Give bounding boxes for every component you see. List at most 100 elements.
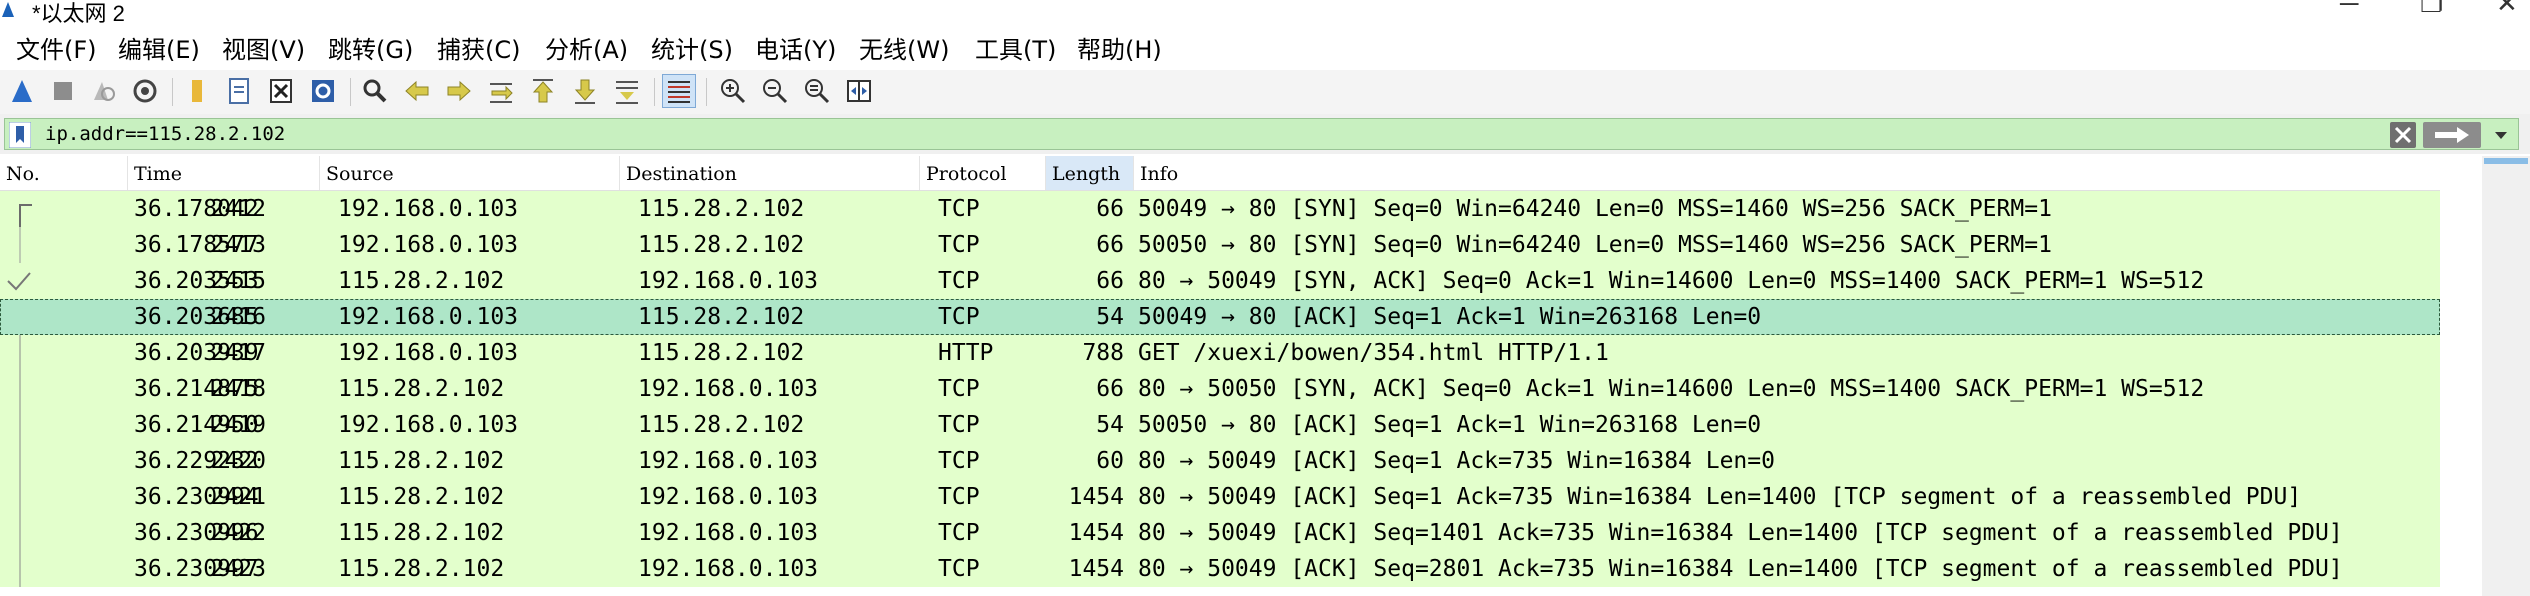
resize-columns-button[interactable]: [842, 74, 876, 108]
packet-row[interactable]: 2419 36.214950 192.168.0.103 115.28.2.10…: [0, 407, 2440, 443]
colorize-icon: [668, 81, 690, 103]
close-file-icon: [270, 79, 292, 103]
menu-view[interactable]: 视图(V): [222, 30, 305, 65]
start-capture-button[interactable]: [6, 74, 40, 108]
column-header-destination[interactable]: Destination: [620, 156, 920, 190]
menu-edit[interactable]: 编辑(E): [118, 30, 200, 65]
packet-time: 36.229232: [134, 448, 259, 474]
go-to-packet-button[interactable]: [484, 74, 518, 108]
packet-time: 36.230997: [134, 556, 259, 582]
close-file-button[interactable]: [264, 74, 298, 108]
packet-destination: 192.168.0.103: [638, 520, 819, 546]
save-file-button[interactable]: [222, 74, 256, 108]
packet-length: 1454: [1068, 484, 1124, 510]
go-back-button[interactable]: [400, 74, 434, 108]
packet-row[interactable]: 2412 36.178042 192.168.0.103 115.28.2.10…: [0, 191, 2440, 227]
restart-capture-button[interactable]: [86, 74, 120, 108]
packet-info: 80 → 50049 [ACK] Seq=2801 Ack=735 Win=16…: [1138, 556, 2343, 582]
autoscroll-button[interactable]: [610, 74, 644, 108]
related-packet-indicator: [19, 479, 21, 515]
stop-capture-button[interactable]: [46, 74, 80, 108]
menu-go[interactable]: 跳转(G): [328, 30, 413, 65]
packet-protocol: TCP: [938, 376, 980, 402]
open-file-button[interactable]: [180, 74, 214, 108]
related-packet-indicator: [19, 227, 21, 263]
menu-capture[interactable]: 捕获(C): [437, 30, 520, 65]
packet-source: 115.28.2.102: [338, 556, 505, 582]
packet-length: 66: [1096, 196, 1124, 222]
bookmark-icon[interactable]: [9, 122, 31, 148]
packet-destination: 192.168.0.103: [638, 268, 819, 294]
packet-info: 80 → 50049 [ACK] Seq=1 Ack=735 Win=16384…: [1138, 484, 2302, 510]
packet-source: 115.28.2.102: [338, 268, 505, 294]
packet-row[interactable]: 2417 36.203939 192.168.0.103 115.28.2.10…: [0, 335, 2440, 371]
zoom-in-button[interactable]: [716, 74, 750, 108]
packet-row[interactable]: 2413 36.178577 192.168.0.103 115.28.2.10…: [0, 227, 2440, 263]
minimize-button[interactable]: ─: [2340, 0, 2358, 16]
packet-list-header: No. Time Source Destination Protocol Len…: [0, 156, 2440, 191]
colorize-button[interactable]: [662, 74, 696, 108]
packet-row[interactable]: 2420 36.229232 115.28.2.102 192.168.0.10…: [0, 443, 2440, 479]
restart-icon: [94, 82, 115, 101]
column-header-source[interactable]: Source: [320, 156, 620, 190]
shark-fin-start-icon: [12, 80, 32, 102]
clear-filter-button[interactable]: [2390, 122, 2416, 148]
apply-filter-button[interactable]: [2423, 122, 2481, 148]
menu-help[interactable]: 帮助(H): [1077, 30, 1162, 65]
related-packet-indicator: [19, 443, 21, 479]
packet-destination: 115.28.2.102: [638, 196, 805, 222]
first-packet-button[interactable]: [526, 74, 560, 108]
packet-protocol: TCP: [938, 304, 980, 330]
menu-statistics[interactable]: 统计(S): [651, 30, 733, 65]
go-forward-button[interactable]: [442, 74, 476, 108]
column-header-time[interactable]: Time: [128, 156, 320, 190]
related-packet-indicator: [19, 335, 21, 371]
chevron-down-icon: [2495, 132, 2507, 139]
related-packet-indicator: [19, 204, 32, 227]
last-packet-button[interactable]: [568, 74, 602, 108]
packet-source: 192.168.0.103: [338, 232, 519, 258]
menu-file[interactable]: 文件(F): [16, 30, 97, 65]
zoom-normal-button[interactable]: [800, 74, 834, 108]
column-header-length[interactable]: Length: [1046, 156, 1134, 190]
menu-wireless[interactable]: 无线(W): [859, 30, 949, 65]
packet-length: 788: [1082, 340, 1124, 366]
packet-destination: 192.168.0.103: [638, 556, 819, 582]
menu-analyze[interactable]: 分析(A): [545, 30, 628, 65]
menu-telephony[interactable]: 电话(Y): [755, 30, 836, 65]
clear-icon: [2394, 126, 2412, 144]
toolbar-separator: [706, 78, 707, 106]
restore-button[interactable]: ❐: [2420, 0, 2443, 16]
packet-destination: 192.168.0.103: [638, 484, 819, 510]
zoom-in-icon: [721, 79, 746, 104]
zoom-normal-icon: [805, 79, 830, 104]
close-window-button[interactable]: ✕: [2496, 0, 2518, 16]
scrollbar-thumb[interactable]: [2484, 158, 2528, 164]
display-filter-field[interactable]: [4, 118, 2519, 150]
intelligent-scrollbar-minimap[interactable]: [2440, 156, 2480, 596]
packet-row[interactable]: 2422 36.230996 115.28.2.102 192.168.0.10…: [0, 515, 2440, 551]
packet-row[interactable]: 2423 36.230997 115.28.2.102 192.168.0.10…: [0, 551, 2440, 587]
reload-file-button[interactable]: [306, 74, 340, 108]
column-header-no[interactable]: No.: [0, 156, 128, 190]
menu-tools[interactable]: 工具(T): [975, 30, 1056, 65]
capture-options-button[interactable]: [128, 74, 162, 108]
autoscroll-icon: [616, 81, 638, 104]
packet-row-selected[interactable]: 2416 36.203685 192.168.0.103 115.28.2.10…: [0, 299, 2440, 335]
packet-row[interactable]: 2421 36.230994 115.28.2.102 192.168.0.10…: [0, 479, 2440, 515]
recent-filters-dropdown[interactable]: [2487, 122, 2515, 148]
column-header-protocol[interactable]: Protocol: [920, 156, 1046, 190]
related-packet-indicator: [19, 371, 21, 407]
last-packet-icon: [574, 79, 596, 104]
find-packet-button[interactable]: [358, 74, 392, 108]
packet-destination: 192.168.0.103: [638, 376, 819, 402]
related-packet-indicator: [19, 515, 21, 551]
display-filter-input[interactable]: [45, 119, 2345, 149]
packet-row[interactable]: 2415 36.203553 115.28.2.102 192.168.0.10…: [0, 263, 2440, 299]
column-header-info[interactable]: Info: [1134, 156, 2440, 190]
vertical-scrollbar[interactable]: [2482, 156, 2530, 596]
main-toolbar: [0, 70, 2530, 115]
packet-time: 36.203553: [134, 268, 259, 294]
zoom-out-button[interactable]: [758, 74, 792, 108]
packet-row[interactable]: 2418 36.214875 115.28.2.102 192.168.0.10…: [0, 371, 2440, 407]
